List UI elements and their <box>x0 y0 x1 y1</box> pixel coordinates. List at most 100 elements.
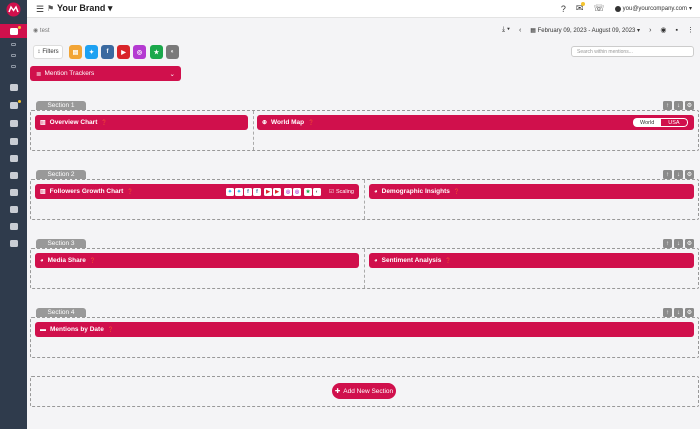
youtube-icon[interactable]: ▶ <box>264 187 273 196</box>
column-divider <box>253 111 254 150</box>
info-icon[interactable]: ❓ <box>308 120 314 126</box>
section-tab[interactable]: Section 2 <box>36 170 86 179</box>
widget-mentions-by-date[interactable]: ▬ Mentions by Date ❓ <box>35 322 694 337</box>
user-email: you@yourcompany.com <box>622 5 687 12</box>
filters-button[interactable]: ↕ Filters <box>33 45 63 59</box>
sidebar-item-reports[interactable] <box>0 98 27 112</box>
move-down-button[interactable]: ↓ <box>674 239 683 248</box>
home-icon <box>9 27 18 35</box>
contrast-icon[interactable]: ◐ <box>313 187 322 196</box>
sidebar-subitem-1[interactable] <box>0 39 27 49</box>
section-tab[interactable]: Section 1 <box>36 101 86 110</box>
notifications-icon[interactable]: ✉ <box>576 2 586 14</box>
chat-icon <box>9 83 18 91</box>
sub-icon <box>11 64 16 68</box>
add-section-label: Add New Section <box>343 387 394 395</box>
topbar: ☰ ⚑ Your Brand ▾ ? ✉ ☏ you@yourcompany.c… <box>27 0 700 18</box>
info-icon[interactable]: ❓ <box>454 189 460 195</box>
scaling-checkbox[interactable]: ☑ Scaling <box>329 189 354 195</box>
twitter-icon[interactable]: ✦ <box>235 187 244 196</box>
source-news-button[interactable]: ▤ <box>69 45 82 59</box>
info-icon[interactable]: ❓ <box>445 258 451 264</box>
info-icon[interactable]: ❓ <box>90 258 96 264</box>
move-up-button[interactable]: ↑ <box>663 308 672 317</box>
widget-followers-growth[interactable]: ▥ Followers Growth Chart ❓ ✦ ✦ f f ▶ ▶ ◎ ◎… <box>35 184 359 199</box>
instagram-icon[interactable]: ◎ <box>293 187 302 196</box>
move-down-button[interactable]: ↓ <box>674 101 683 110</box>
sidebar-item-tags[interactable] <box>0 151 27 165</box>
date-range-picker[interactable]: ▦ February 09, 2023 - August 09, 2023 ▾ <box>530 27 640 34</box>
source-mini-toggles: ✦ ✦ f f ▶ ▶ ◎ ◎ ★ ◐ <box>226 187 322 196</box>
sub-icon <box>11 42 16 46</box>
section-settings-button[interactable]: ⚙ <box>685 239 694 248</box>
sidebar-subitem-3[interactable] <box>0 61 27 71</box>
usa-toggle-button[interactable]: USA <box>661 118 688 127</box>
section-settings-button[interactable]: ⚙ <box>685 170 694 179</box>
source-other-button[interactable]: ◐ <box>166 45 179 59</box>
section-tab[interactable]: Section 4 <box>36 308 86 317</box>
help-icon[interactable]: ? <box>561 4 566 14</box>
widget-title: Mentions by Date <box>50 326 104 333</box>
next-range-button[interactable]: › <box>649 27 651 34</box>
facebook-icon[interactable]: f <box>244 187 253 196</box>
twitter-icon[interactable]: ✦ <box>226 187 235 196</box>
sidebar-item-settings[interactable] <box>0 219 27 233</box>
hamburger-icon[interactable]: ☰ <box>36 4 44 15</box>
move-up-button[interactable]: ↑ <box>663 170 672 179</box>
sidebar-item-archive[interactable] <box>0 236 27 250</box>
youtube-icon[interactable]: ▶ <box>273 187 282 196</box>
move-down-button[interactable]: ↓ <box>674 308 683 317</box>
search-input[interactable]: Search within mentions... <box>571 46 694 57</box>
prev-range-button[interactable]: ‹ <box>519 27 521 34</box>
source-reviews-button[interactable]: ★ <box>150 45 163 59</box>
sidebar-item-data[interactable] <box>0 168 27 182</box>
info-icon[interactable]: ❓ <box>101 120 107 126</box>
source-facebook-button[interactable]: f <box>101 45 114 59</box>
facebook-icon[interactable]: f <box>253 187 262 196</box>
pie-chart-icon: ◕ <box>40 257 44 264</box>
widget-world-map[interactable]: ⊕ World Map ❓ <box>257 115 694 130</box>
mention-trackers-dropdown[interactable]: ≣ Mention Trackers ⌄ <box>30 66 181 81</box>
reviews-icon[interactable]: ★ <box>304 187 313 196</box>
section-settings-button[interactable]: ⚙ <box>685 308 694 317</box>
section-tab[interactable]: Section 3 <box>36 239 86 248</box>
dashboard-icon: ◉ <box>33 28 39 34</box>
user-menu[interactable]: you@yourcompany.com ▾ <box>614 5 692 12</box>
section-settings-button[interactable]: ⚙ <box>685 101 694 110</box>
sidebar-subitem-2[interactable] <box>0 50 27 60</box>
users-icon <box>9 137 18 145</box>
sidebar-item-messages[interactable] <box>0 80 27 94</box>
source-youtube-button[interactable]: ▶ <box>117 45 130 59</box>
send-icon <box>9 188 18 196</box>
sidebar-item-home[interactable] <box>0 24 27 38</box>
add-new-section-button[interactable]: ✚ Add New Section <box>332 383 396 399</box>
more-icon[interactable]: ⋮ <box>687 26 694 34</box>
info-icon[interactable]: ❓ <box>127 189 133 195</box>
export-button[interactable]: ⤓ ▾ <box>502 26 510 34</box>
source-twitter-button[interactable]: ✦ <box>85 45 98 59</box>
move-down-button[interactable]: ↓ <box>674 170 683 179</box>
widget-demographic-insights[interactable]: ◕ Demographic Insights ❓ <box>369 184 694 199</box>
brand-name: Your Brand <box>57 3 106 13</box>
eye-icon[interactable]: ◉ <box>660 26 666 34</box>
app-logo[interactable] <box>5 2 22 17</box>
sidebar-item-users[interactable] <box>0 134 27 148</box>
support-icon[interactable]: ☏ <box>593 3 604 14</box>
facebook-icon: f <box>106 49 109 55</box>
move-up-button[interactable]: ↑ <box>663 239 672 248</box>
database-icon <box>9 171 18 179</box>
world-toggle-button[interactable]: World <box>633 118 662 127</box>
info-icon[interactable]: ❓ <box>108 327 114 333</box>
widget-media-share[interactable]: ◕ Media Share ❓ <box>35 253 359 268</box>
widget-sentiment-analysis[interactable]: ◕ Sentiment Analysis ❓ <box>369 253 694 268</box>
sidebar-item-publish[interactable] <box>0 185 27 199</box>
widget-title: Overview Chart <box>49 119 98 126</box>
move-up-button[interactable]: ↑ <box>663 101 672 110</box>
sidebar-item-trending[interactable] <box>0 202 27 216</box>
save-icon[interactable]: ▪ <box>676 27 678 34</box>
instagram-icon[interactable]: ◎ <box>284 187 293 196</box>
source-instagram-button[interactable]: ◎ <box>133 45 146 59</box>
widget-overview-chart[interactable]: ▥ Overview Chart ❓ <box>35 115 248 130</box>
brand-selector[interactable]: Your Brand ▾ <box>57 3 112 14</box>
sidebar-item-analytics[interactable] <box>0 116 27 130</box>
